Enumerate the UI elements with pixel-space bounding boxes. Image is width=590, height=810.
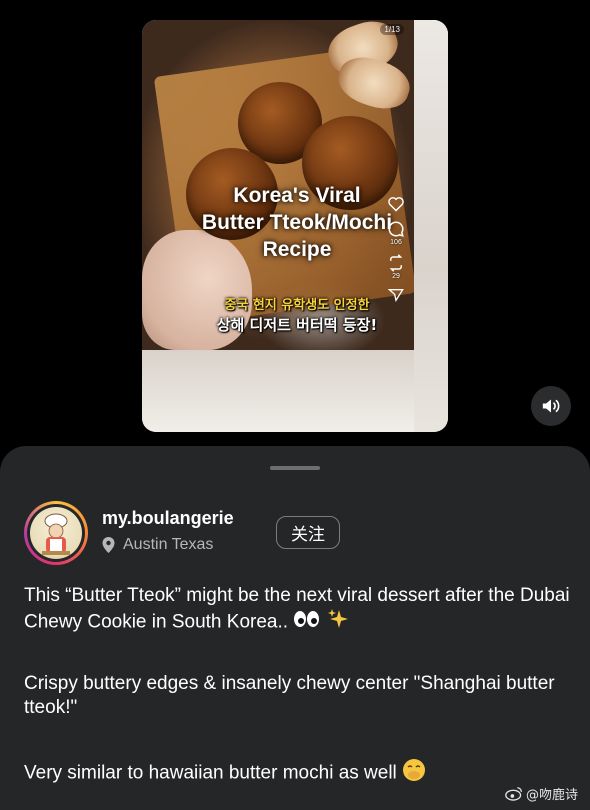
sound-toggle-button[interactable] (531, 386, 571, 426)
watermark-text: @吻鹿诗 (525, 788, 578, 803)
share-action[interactable] (382, 288, 410, 302)
avatar[interactable] (24, 501, 88, 565)
post-details-sheet: my.boulangerie Austin Texas 关注 This “But… (0, 446, 590, 810)
baker-illustration-icon (42, 513, 70, 555)
location-text: Austin Texas (123, 536, 214, 553)
post-action-column: 106 29 (382, 196, 410, 310)
caption-text: Very similar to hawaiian butter mochi as… (24, 762, 397, 784)
avatar-border (27, 504, 85, 562)
eyes-emoji-icon (293, 610, 321, 635)
comment-action[interactable]: 106 (382, 220, 410, 246)
follow-button[interactable]: 关注 (276, 516, 340, 549)
repost-count: 29 (392, 273, 400, 280)
hand-over-mouth-emoji-icon (402, 758, 426, 789)
location-pin-icon (102, 537, 115, 553)
location-row[interactable]: Austin Texas (102, 536, 213, 554)
comment-icon (388, 221, 404, 237)
korean-subtitle-1: 중국 현지 유학생도 인정한 (224, 298, 370, 313)
post-media-area: 1/13 Korea's Viral Butter Tteok/Mochi Re… (0, 0, 590, 448)
avatar-image (30, 507, 82, 559)
caption-paragraph-2: Crispy buttery edges & insanely chewy ce… (24, 673, 555, 718)
send-icon (388, 289, 404, 302)
repost-icon (389, 254, 403, 272)
sheet-drag-handle[interactable] (270, 466, 320, 470)
caption-paragraph-1: This “Butter Tteok” might be the next vi… (24, 584, 574, 637)
korean-subtitle-2: 상해 디저트 버터떡 등장! (216, 316, 378, 334)
like-action[interactable] (382, 196, 410, 212)
caption-paragraph-3: Very similar to hawaiian butter mochi as… (24, 758, 574, 789)
page-counter: 1/13 (380, 24, 404, 35)
sparkles-emoji-icon (327, 608, 349, 637)
post-image-card[interactable]: 1/13 Korea's Viral Butter Tteok/Mochi Re… (142, 20, 448, 432)
repost-action[interactable]: 29 (382, 254, 410, 280)
weibo-icon (505, 787, 523, 801)
heart-icon (388, 197, 404, 212)
photo-bottom-strip (142, 350, 414, 432)
comment-count: 106 (390, 239, 402, 246)
watermark: @吻鹿诗 (505, 784, 578, 803)
speaker-icon (542, 399, 560, 413)
username[interactable]: my.boulangerie (102, 508, 234, 529)
